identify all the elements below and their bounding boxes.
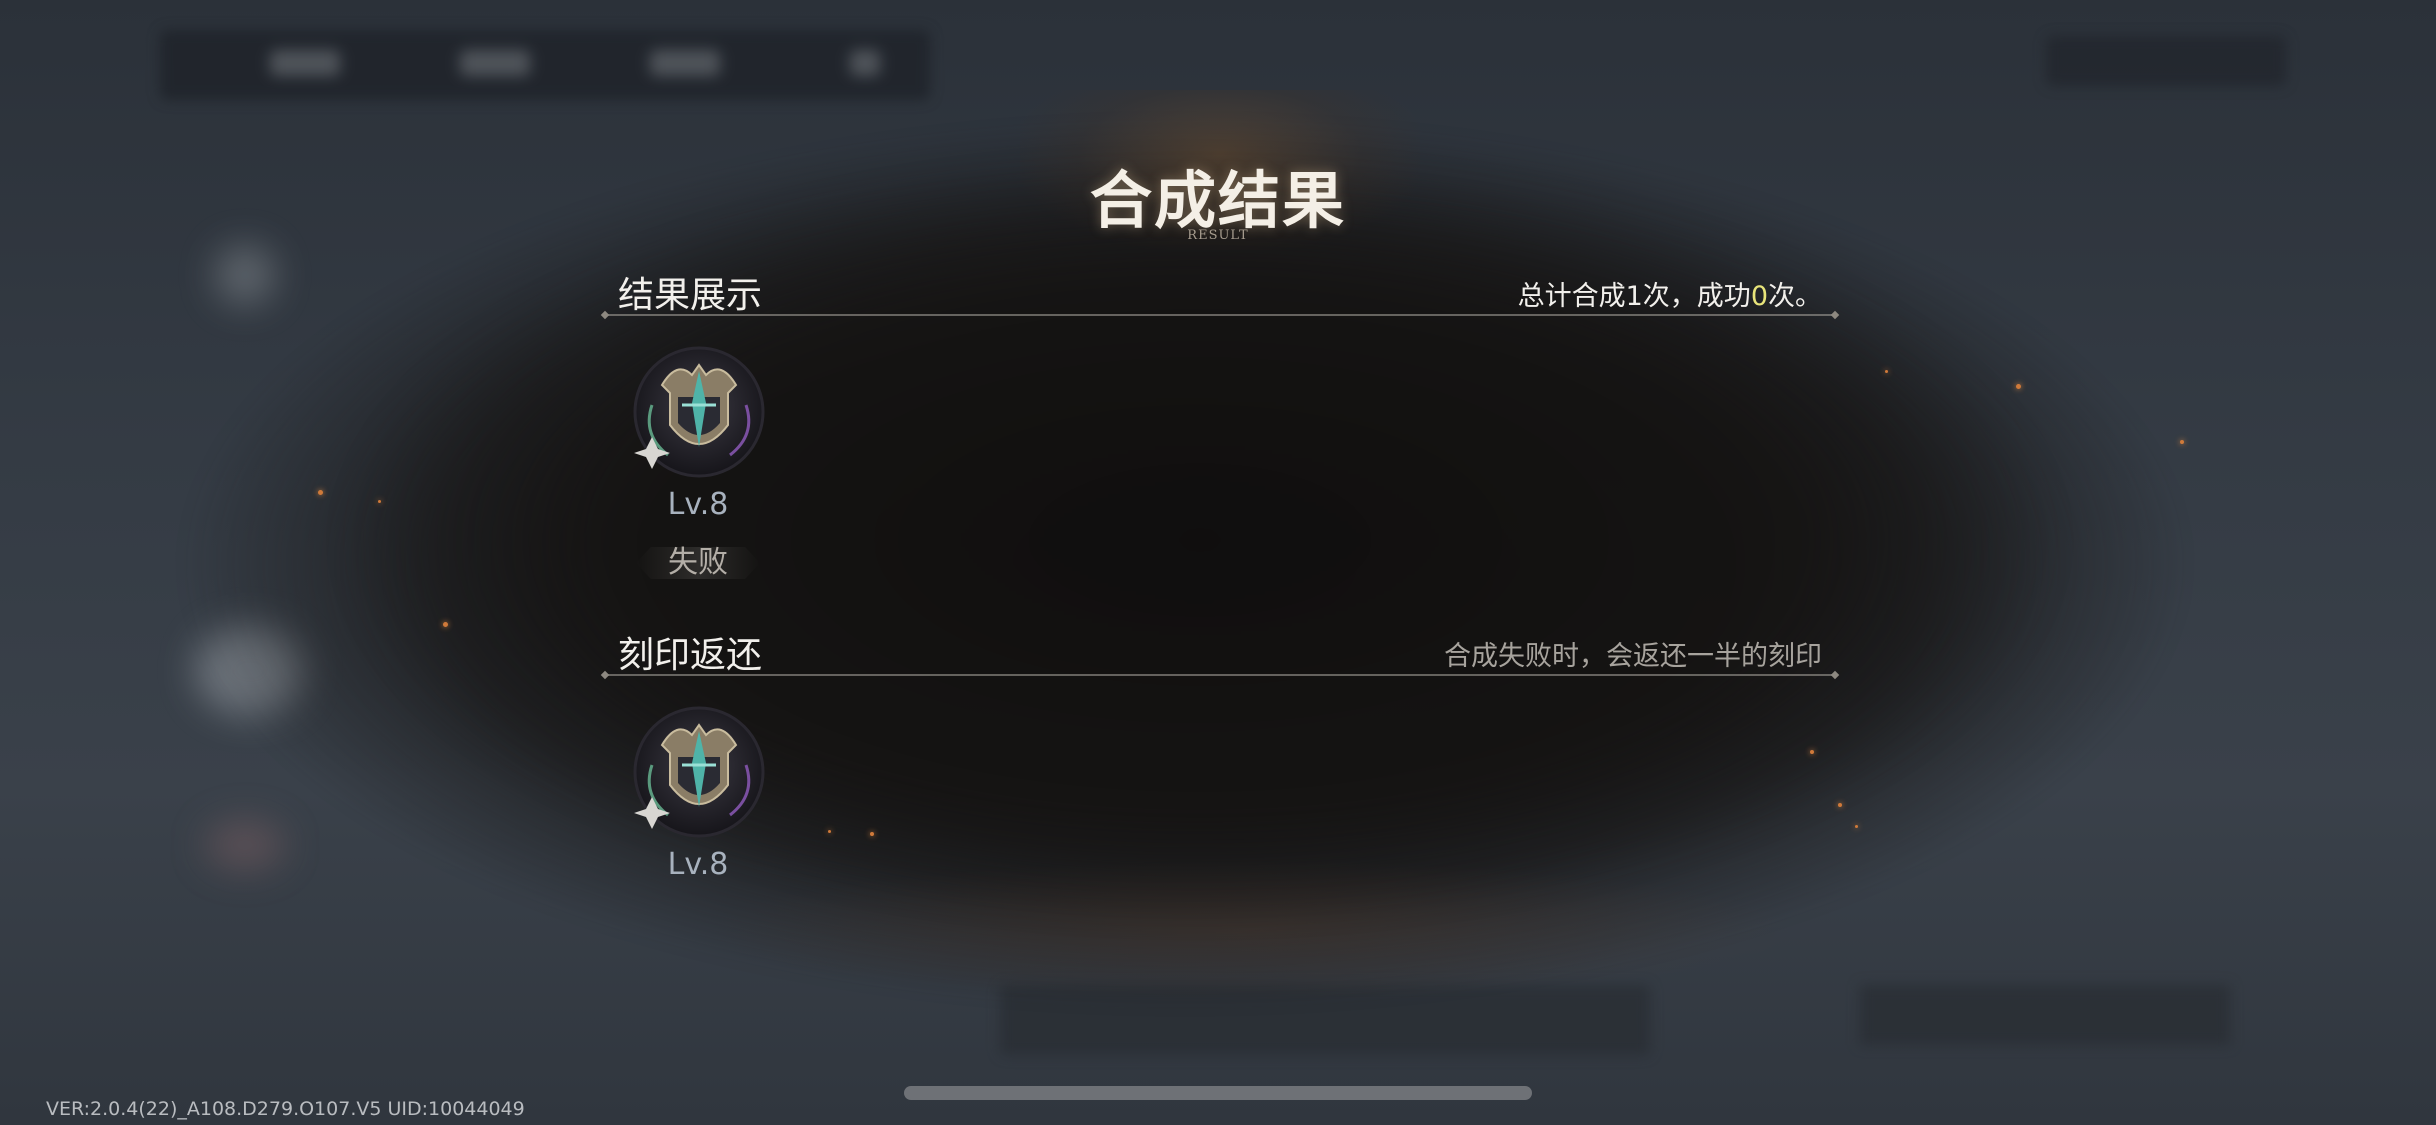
ember-particle	[2180, 440, 2184, 444]
returned-item[interactable]: Lv.8	[618, 705, 778, 895]
result-summary: 总计合成1次，成功0次。	[1518, 274, 1822, 313]
result-section-title: 结果展示	[618, 275, 763, 316]
ember-particle	[378, 500, 381, 503]
item-status-label: 失败	[668, 545, 728, 580]
result-item[interactable]: Lv.8 失败	[618, 345, 778, 585]
emblem-shield-icon	[633, 346, 765, 478]
page-subtitle: RESULT	[1187, 228, 1249, 243]
page-title: 合成结果	[1089, 164, 1346, 237]
ember-particle	[2016, 384, 2021, 389]
ember-particle	[870, 832, 874, 836]
ember-particle	[1855, 825, 1858, 828]
item-level: Lv.8	[667, 487, 729, 522]
result-section-header: 结果展示 总计合成1次，成功0次。	[606, 262, 1834, 316]
background-top-right	[2046, 36, 2286, 86]
ember-particle	[1838, 803, 1842, 807]
return-section-title: 刻印返还	[618, 635, 763, 676]
item-level: Lv.8	[667, 847, 729, 882]
summary-suffix: 次。	[1768, 281, 1822, 312]
bottom-glow	[700, 860, 1800, 1000]
summary-success-count: 0	[1750, 281, 1768, 312]
item-status-badge: 失败	[636, 543, 760, 583]
return-section-note: 合成失败时，会返还一半的刻印	[1444, 641, 1822, 672]
emblem-shield-icon	[633, 706, 765, 838]
return-section-header: 刻印返还 合成失败时，会返还一半的刻印	[606, 622, 1834, 676]
ember-particle	[828, 830, 831, 833]
ember-particle	[1810, 750, 1814, 754]
home-indicator[interactable]	[904, 1086, 1532, 1100]
game-screen: 合成结果 RESULT 结果展示 总计合成1次，成功0次。 Lv.8 失败 刻印…	[0, 0, 2436, 1125]
ember-particle	[443, 622, 448, 627]
summary-prefix: 总计合成1次，成功	[1517, 281, 1751, 312]
version-label: VER:2.0.4(22)_A108.D279.O107.V5 UID:1004…	[46, 1098, 525, 1120]
ember-particle	[1885, 370, 1888, 373]
ember-particle	[318, 490, 323, 495]
